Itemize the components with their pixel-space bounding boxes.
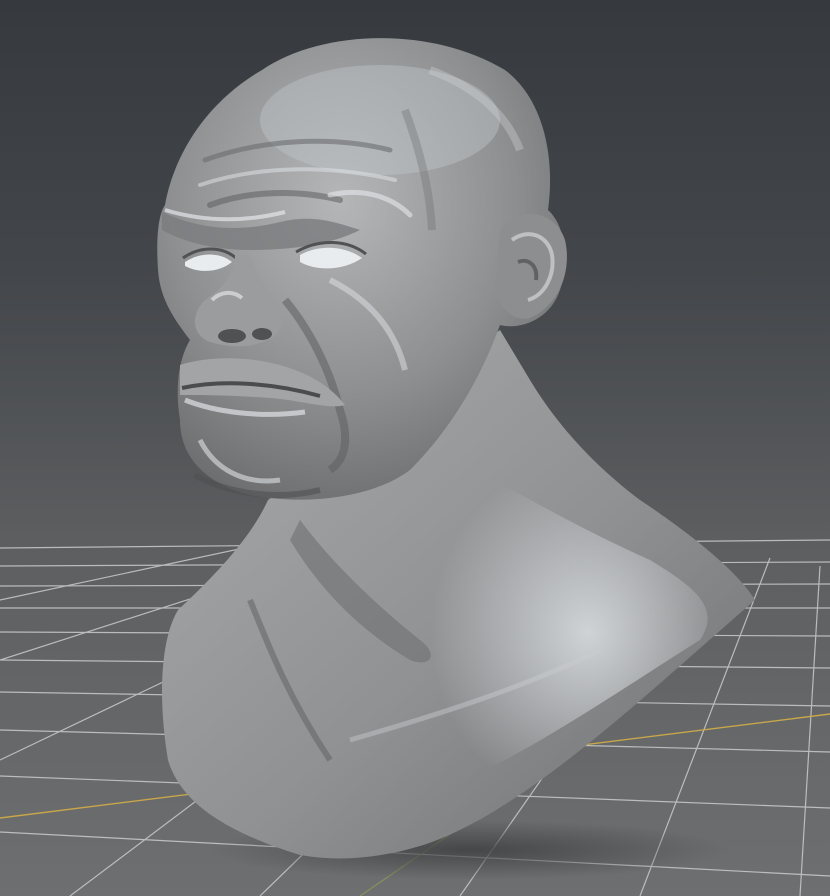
ear	[495, 213, 567, 319]
sculpt-mesh[interactable]	[157, 38, 755, 859]
nostril-right	[252, 328, 272, 340]
viewport-scene[interactable]	[0, 0, 830, 896]
nostril-left	[218, 329, 246, 343]
3d-viewport[interactable]	[0, 0, 830, 896]
